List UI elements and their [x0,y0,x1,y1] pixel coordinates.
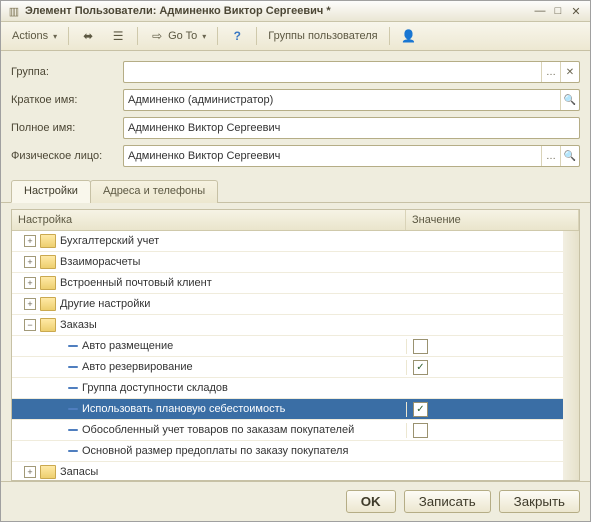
row-label: Обособленный учет товаров по заказам пок… [82,424,354,436]
folder-icon [40,297,56,311]
tab-settings[interactable]: Настройки [11,180,91,203]
lookup-icon[interactable]: 🔍 [560,90,579,110]
close-button[interactable]: Закрыть [499,490,580,513]
table-row[interactable]: Использовать плановую себестоимость ✓ [12,399,579,420]
table-row[interactable]: − Заказы [12,315,579,336]
expand-icon[interactable]: + [24,256,36,268]
tab-contacts[interactable]: Адреса и телефоны [90,180,218,203]
table-row[interactable]: + Запасы [12,462,579,480]
expand-icon[interactable]: + [24,298,36,310]
close-icon[interactable]: ✕ [568,4,584,18]
user-groups-button[interactable]: Группы пользователя [263,27,382,45]
row-label: Встроенный почтовый клиент [60,277,212,289]
row-label: Бухгалтерский учет [60,235,159,247]
checkbox[interactable]: ✓ [413,360,428,375]
minimize-icon[interactable]: — [532,4,548,18]
goto-menu[interactable]: ⇨Go To [144,25,211,47]
table-row[interactable]: Авто резервирование ✓ [12,357,579,378]
table-row[interactable]: + Встроенный почтовый клиент [12,273,579,294]
item-icon [68,345,78,347]
group-field[interactable]: … ✕ [123,61,580,83]
row-label: Авто размещение [82,340,173,352]
table-row[interactable]: Основной размер предоплаты по заказу пок… [12,441,579,462]
folder-icon [40,276,56,290]
folder-icon [40,255,56,269]
settings-grid[interactable]: + Бухгалтерский учет + Взаиморасчеты + Встрое… [12,231,579,480]
app-icon: ▥ [7,4,21,18]
full-name-label: Полное имя: [11,122,115,134]
help-icon[interactable]: ? [224,25,250,47]
row-label: Использовать плановую себестоимость [82,403,285,415]
table-row[interactable]: Обособленный учет товаров по заказам пок… [12,420,579,441]
maximize-icon[interactable]: □ [550,4,566,18]
col-setting[interactable]: Настройка [12,210,406,230]
ellipsis-icon[interactable]: … [541,62,560,82]
folder-icon [40,465,56,479]
checkbox[interactable] [413,423,428,438]
table-row[interactable]: + Бухгалтерский учет [12,231,579,252]
clear-icon[interactable]: ✕ [560,62,579,82]
item-icon [68,408,78,410]
row-label: Заказы [60,319,97,331]
row-label: Группа доступности складов [82,382,228,394]
row-label: Другие настройки [60,298,150,310]
user-icon[interactable]: 👤 [396,25,422,47]
window-title: Элемент Пользователи: Админенко Виктор С… [25,5,528,17]
item-icon [68,387,78,389]
folder-icon [40,234,56,248]
scrollbar[interactable] [563,231,579,480]
item-icon [68,366,78,368]
save-button[interactable]: Записать [404,490,491,513]
group-label: Группа: [11,66,115,78]
folder-icon [40,318,56,332]
ok-button[interactable]: OK [346,490,396,513]
short-name-field[interactable]: Админенко (администратор) 🔍 [123,89,580,111]
ellipsis-icon[interactable]: … [541,146,560,166]
toolbar-icon-1[interactable]: ⬌ [75,25,101,47]
table-row[interactable]: + Другие настройки [12,294,579,315]
person-label: Физическое лицо: [11,150,115,162]
table-row[interactable]: Группа доступности складов [12,378,579,399]
expand-icon[interactable]: + [24,235,36,247]
expand-icon[interactable]: + [24,277,36,289]
full-name-field[interactable]: Админенко Виктор Сергеевич [123,117,580,139]
checkbox[interactable]: ✓ [413,402,428,417]
expand-icon[interactable]: + [24,466,36,478]
person-field[interactable]: Админенко Виктор Сергеевич … 🔍 [123,145,580,167]
lookup-icon[interactable]: 🔍 [560,146,579,166]
row-label: Основной размер предоплаты по заказу пок… [82,445,348,457]
row-label: Авто резервирование [82,361,193,373]
actions-menu[interactable]: Actions [7,27,62,45]
table-row[interactable]: Авто размещение [12,336,579,357]
col-value[interactable]: Значение [406,210,579,230]
expand-icon[interactable]: − [24,319,36,331]
checkbox[interactable] [413,339,428,354]
short-name-label: Краткое имя: [11,94,115,106]
toolbar-icon-2[interactable]: ☰ [105,25,131,47]
item-icon [68,429,78,431]
item-icon [68,450,78,452]
table-row[interactable]: + Взаиморасчеты [12,252,579,273]
row-label: Взаиморасчеты [60,256,140,268]
row-label: Запасы [60,466,98,478]
